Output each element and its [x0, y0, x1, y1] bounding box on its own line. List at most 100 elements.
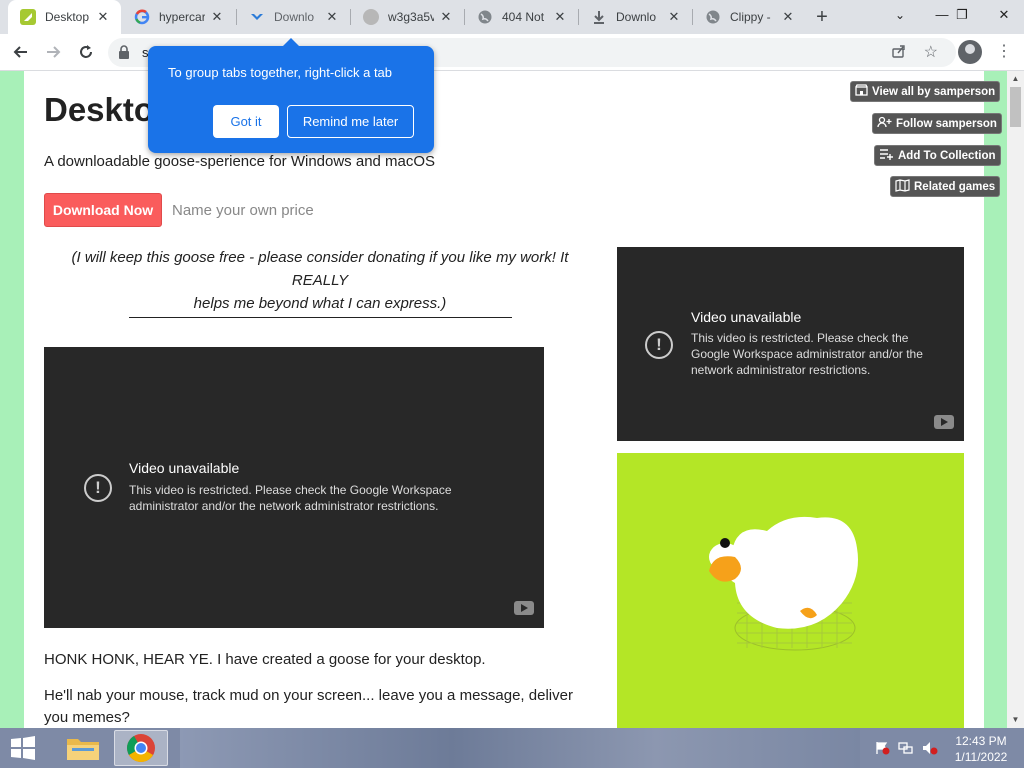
game-page: Deskto A downloadable goose-sperience fo… — [24, 71, 1002, 728]
taskbar-file-explorer[interactable] — [56, 730, 110, 766]
windows-logo-icon — [11, 736, 35, 760]
generic-icon — [363, 9, 379, 25]
tab-title: w3g3a5v — [388, 10, 434, 24]
goose-illustration — [709, 516, 858, 651]
tab-groups-tip-popup: To group tabs together, right-click a ta… — [148, 38, 434, 153]
tab-desktop-goose[interactable]: Desktop ✕ — [8, 0, 121, 34]
page-title: Deskto — [44, 91, 155, 128]
donation-line-1: (I will keep this goose free - please co… — [71, 249, 569, 289]
tab-download-1[interactable]: Downlo ✕ — [237, 0, 350, 34]
close-tab-icon[interactable]: ✕ — [666, 9, 682, 25]
video-message-line: This video is restricted. Please check t… — [691, 331, 909, 345]
youtube-icon[interactable] — [514, 601, 534, 615]
tab-search-button[interactable]: ⌄ — [880, 0, 920, 30]
close-tab-icon[interactable]: ✕ — [324, 9, 340, 25]
tab-hypercar[interactable]: hypercar ✕ — [122, 0, 235, 34]
features-line: you memes? — [44, 709, 130, 726]
remind-me-later-button[interactable]: Remind me later — [287, 105, 414, 138]
folder-icon — [67, 739, 99, 760]
itch-icon — [20, 9, 36, 25]
browser-menu-button[interactable]: ⋮ — [994, 39, 1014, 65]
warning-icon: ! — [84, 474, 112, 502]
close-tab-icon[interactable]: ✕ — [438, 9, 454, 25]
page-viewport: Deskto A downloadable goose-sperience fo… — [0, 71, 1024, 728]
video-restricted-message: This video is restricted. Please check t… — [129, 482, 452, 514]
page-scrollbar[interactable]: ▲ ▼ — [1007, 71, 1024, 728]
action-center-flag-icon[interactable] — [874, 741, 890, 755]
windows-taskbar: 12:43 PM 1/11/2022 — [0, 728, 1024, 768]
features-line: He'll nab your mouse, track mud on your … — [44, 687, 573, 704]
add-to-collection-button[interactable]: Add To Collection — [874, 145, 1001, 166]
popup-arrow — [283, 38, 299, 46]
warning-icon: ! — [645, 331, 673, 359]
download-arrow-icon — [591, 9, 607, 25]
youtube-icon[interactable] — [934, 415, 954, 429]
scroll-down-arrow-icon[interactable]: ▼ — [1007, 712, 1024, 728]
tab-w3g3a5v[interactable]: w3g3a5v ✕ — [351, 0, 464, 34]
view-all-button[interactable]: View all by samperson — [850, 81, 1001, 102]
download-now-button[interactable]: Download Now — [44, 193, 162, 227]
store-icon — [855, 84, 868, 99]
tab-title: Clippy - — [730, 10, 771, 24]
close-tab-icon[interactable]: ✕ — [209, 9, 225, 25]
taskbar-background — [180, 728, 860, 768]
follow-label: Follow samperson — [896, 117, 997, 130]
related-label: Related games — [914, 180, 996, 193]
scroll-up-arrow-icon[interactable]: ▲ — [1007, 71, 1024, 87]
network-icon[interactable] — [898, 741, 914, 755]
globe-icon — [477, 9, 493, 25]
close-tab-icon[interactable]: ✕ — [780, 9, 796, 25]
chrome-icon — [127, 734, 155, 762]
share-icon[interactable] — [891, 44, 906, 62]
map-icon — [895, 178, 910, 195]
taskbar-chrome[interactable] — [114, 730, 168, 766]
add-collection-label: Add To Collection — [898, 149, 996, 162]
goose-screenshot — [617, 453, 964, 728]
start-button[interactable] — [8, 734, 38, 762]
tab-title: 404 Not — [502, 10, 545, 24]
arrow-right-icon — [47, 46, 61, 58]
taskbar-clock[interactable]: 12:43 PM 1/11/2022 — [946, 733, 1016, 765]
got-it-button[interactable]: Got it — [213, 105, 279, 138]
new-tab-button[interactable]: + — [810, 4, 834, 30]
scroll-thumb[interactable] — [1010, 87, 1021, 127]
donation-line-2: helps me beyond what I can express.) — [193, 295, 447, 312]
tab-download-2[interactable]: Downlo ✕ — [579, 0, 692, 34]
popup-message: To group tabs together, right-click a ta… — [168, 65, 393, 80]
follow-button[interactable]: Follow samperson — [872, 113, 1002, 134]
close-tab-icon[interactable]: ✕ — [95, 9, 111, 25]
donation-note: (I will keep this goose free - please co… — [44, 246, 596, 315]
video-embed-right[interactable]: ! Video unavailable This video is restri… — [617, 247, 964, 441]
video-unavailable-title: Video unavailable — [129, 460, 240, 476]
profile-avatar[interactable] — [958, 40, 982, 64]
price-note: Name your own price — [172, 202, 314, 219]
restore-button[interactable]: ❐ — [942, 0, 982, 30]
bookmark-star-icon[interactable]: ☆ — [924, 42, 938, 62]
tab-clippy[interactable]: Clippy - ✕ — [693, 0, 806, 34]
related-games-button[interactable]: Related games — [890, 176, 1001, 197]
features-paragraph: He'll nab your mouse, track mud on your … — [44, 685, 604, 728]
lock-icon[interactable] — [118, 45, 130, 59]
video-embed-left[interactable]: ! Video unavailable This video is restri… — [44, 347, 544, 628]
close-window-button[interactable]: ✕ — [984, 0, 1024, 30]
tab-title: Desktop — [45, 10, 90, 24]
video-message-line: This video is restricted. Please check t… — [129, 483, 452, 497]
tab-title: Downlo — [274, 10, 315, 24]
close-tab-icon[interactable]: ✕ — [552, 9, 568, 25]
playlist-add-icon — [879, 148, 894, 163]
volume-muted-icon[interactable] — [922, 741, 938, 755]
intro-paragraph: HONK HONK, HEAR YE. I have created a goo… — [44, 651, 486, 668]
view-all-label: View all by samperson — [872, 85, 996, 98]
back-button[interactable] — [8, 39, 34, 65]
reload-button[interactable] — [73, 39, 99, 65]
tab-404[interactable]: 404 Not ✕ — [465, 0, 578, 34]
clock-time: 12:43 PM — [955, 734, 1007, 748]
forward-button[interactable] — [40, 39, 66, 65]
reload-icon — [80, 45, 92, 58]
page-tagline: A downloadable goose-sperience for Windo… — [44, 153, 436, 170]
arrow-left-icon — [13, 46, 27, 58]
tab-strip: Desktop ✕ hypercar ✕ Downlo ✕ w3g3a5v ✕ — [0, 0, 1024, 34]
video-message-line: Google Workspace administrator and/or th… — [691, 347, 923, 361]
tab-title: Downlo — [616, 10, 657, 24]
globe-icon — [705, 9, 721, 25]
